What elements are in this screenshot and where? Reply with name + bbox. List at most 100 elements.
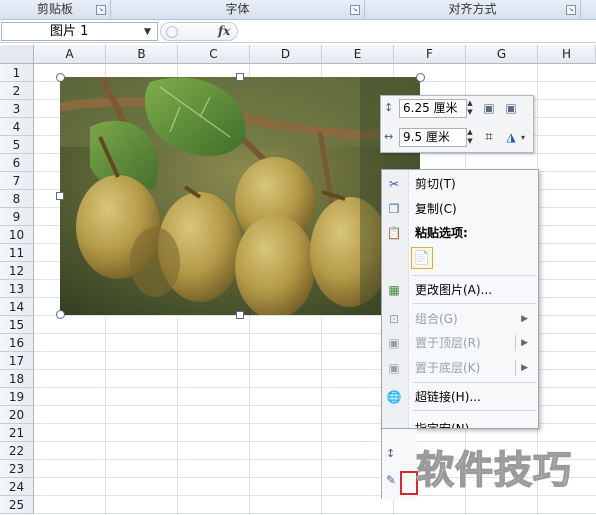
menu-item-copy[interactable]: ❐ 复制(C) [382,197,538,221]
send-to-back-icon: ▣ [388,361,400,375]
height-spinner[interactable]: ▲ ▼ [465,99,475,118]
row-header-1[interactable]: 1 [0,64,34,82]
row-header-10[interactable]: 10 [0,226,34,244]
row-header-18[interactable]: 18 [0,370,34,388]
column-header-b[interactable]: B [106,45,178,64]
ribbon-group-alignment-label: 对齐方式 [448,2,497,16]
crop-icon[interactable]: ⌗ [480,128,498,146]
scissors-icon: ✂ [388,177,400,191]
row-header-3[interactable]: 3 [0,100,34,118]
row-header-11[interactable]: 11 [0,244,34,262]
submenu-arrow-icon: ▶ [521,338,528,348]
menu-item-hyperlink[interactable]: 🌐 超链接(H)... [382,385,538,409]
resize-handle-top[interactable] [236,73,244,81]
bring-forward-icon[interactable]: ▣ [480,99,498,117]
alignment-dialog-launcher-icon[interactable]: ↘ [566,5,576,15]
menu-item-assign-macro[interactable]: 指定宏(N)... [382,413,538,428]
row-header-6[interactable]: 6 [0,154,34,172]
name-box[interactable]: 图片 1 [1,22,158,41]
rotate-icon[interactable]: ◮ [502,128,520,146]
watermark-text: 软件技巧 [415,447,573,493]
submenu-arrow-icon: ▶ [521,314,528,324]
menu-item-bring-to-front-label: 置于顶层(R) [415,336,481,350]
menu-item-change-picture-label: 更改图片(A)... [415,283,493,297]
submenu-arrow-icon: ▶ [521,363,528,373]
menu-separator [412,410,536,411]
ribbon-group-clipboard: 剪贴板 ↘ [0,0,111,19]
send-backward-icon[interactable]: ▣ [502,99,520,117]
height-input[interactable]: 6.25 厘米 [399,99,467,118]
row-header-21[interactable]: 21 [0,424,34,442]
ribbon-group-font: 字体 ↘ [111,0,365,19]
menu-item-cut-label: 剪切(T) [415,177,456,191]
insert-function-icon[interactable]: fx [218,22,236,41]
name-box-dropdown-icon[interactable]: ▼ [144,27,151,37]
menu-separator [412,382,536,383]
menu-item-change-picture[interactable]: ▦ 更改图片(A)... [382,278,538,302]
menu-item-send-to-back-label: 置于底层(K) [415,361,481,375]
select-all-corner[interactable] [0,45,34,64]
size-properties-icon[interactable]: ↕ [386,446,402,462]
column-header-g[interactable]: G [466,45,538,64]
menu-item-assign-macro-label: 指定宏(N)... [415,417,481,428]
kiwi-illustration [60,77,420,315]
expand-circle-icon [166,26,178,38]
split-divider [515,335,516,351]
row-header-9[interactable]: 9 [0,208,34,226]
row-header-25[interactable]: 25 [0,496,34,514]
resize-handle-top-left[interactable] [56,73,65,82]
resize-handle-bottom-left[interactable] [56,310,65,319]
row-header-12[interactable]: 12 [0,262,34,280]
menu-item-group[interactable]: ⊡ 组合(G) ▶ [382,307,538,331]
row-header-4[interactable]: 4 [0,118,34,136]
resize-handle-bottom[interactable] [236,311,244,319]
row-header-15[interactable]: 15 [0,316,34,334]
row-header-16[interactable]: 16 [0,334,34,352]
hyperlink-icon: 🌐 [386,390,402,404]
menu-item-bring-to-front[interactable]: ▣ 置于顶层(R) ▶ [382,331,538,355]
rotate-dropdown-icon[interactable]: ▾ [521,133,525,142]
row-header-22[interactable]: 22 [0,442,34,460]
menu-item-send-to-back[interactable]: ▣ 置于底层(K) ▶ [382,356,538,380]
width-spinner[interactable]: ▲ ▼ [465,128,475,147]
paste-option-keep-format-button[interactable]: 📄 [411,247,433,269]
menu-item-hyperlink-label: 超链接(H)... [415,390,481,404]
row-header-2[interactable]: 2 [0,82,34,100]
kiwi-picture[interactable] [60,77,420,315]
row-header-19[interactable]: 19 [0,388,34,406]
bring-to-front-icon: ▣ [388,336,400,350]
menu-separator [412,275,536,276]
copy-icon: ❐ [388,202,400,216]
menu-item-group-label: 组合(G) [415,312,458,326]
font-dialog-launcher-icon[interactable]: ↘ [350,5,360,15]
ribbon-group-clipboard-label: 剪贴板 [36,2,73,16]
row-header-20[interactable]: 20 [0,406,34,424]
row-header-5[interactable]: 5 [0,136,34,154]
row-header-8[interactable]: 8 [0,190,34,208]
row-header-14[interactable]: 14 [0,298,34,316]
menu-separator [412,303,536,304]
column-header-c[interactable]: C [178,45,250,64]
row-header-23[interactable]: 23 [0,460,34,478]
column-header-d[interactable]: D [250,45,322,64]
ribbon-group-font-label: 字体 [225,2,250,16]
paste-icon: 📋 [386,226,402,240]
row-header-13[interactable]: 13 [0,280,34,298]
clipboard-dialog-launcher-icon[interactable]: ↘ [96,5,106,15]
column-header-a[interactable]: A [34,45,106,64]
width-input[interactable]: 9.5 厘米 [399,128,467,147]
column-header-e[interactable]: E [322,45,394,64]
column-header-h[interactable]: H [538,45,596,64]
resize-handle-top-right[interactable] [416,73,425,82]
change-picture-icon: ▦ [388,283,400,297]
split-divider [515,360,516,376]
menu-item-cut[interactable]: ✂ 剪切(T) [382,172,538,196]
height-icon: ↕ [384,101,394,114]
row-header-17[interactable]: 17 [0,352,34,370]
column-header-f[interactable]: F [394,45,466,64]
row-header-7[interactable]: 7 [0,172,34,190]
group-icon: ⊡ [388,312,400,326]
row-header-24[interactable]: 24 [0,478,34,496]
resize-handle-left[interactable] [56,192,64,200]
grid-line [34,513,596,514]
